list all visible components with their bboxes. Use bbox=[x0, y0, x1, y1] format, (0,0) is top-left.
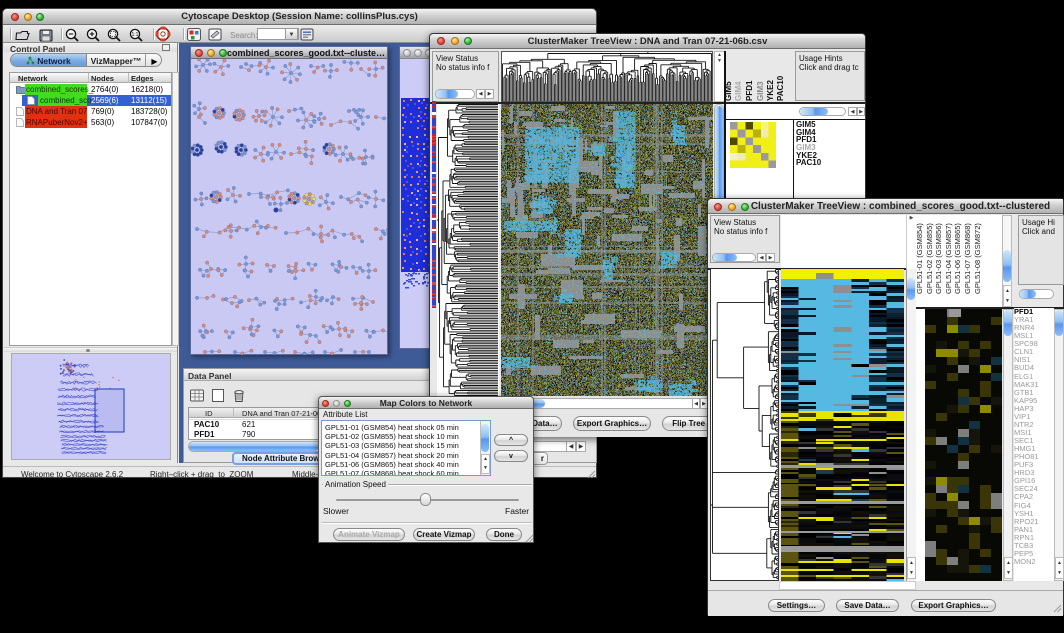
svg-text:1:1: 1:1 bbox=[132, 32, 139, 38]
